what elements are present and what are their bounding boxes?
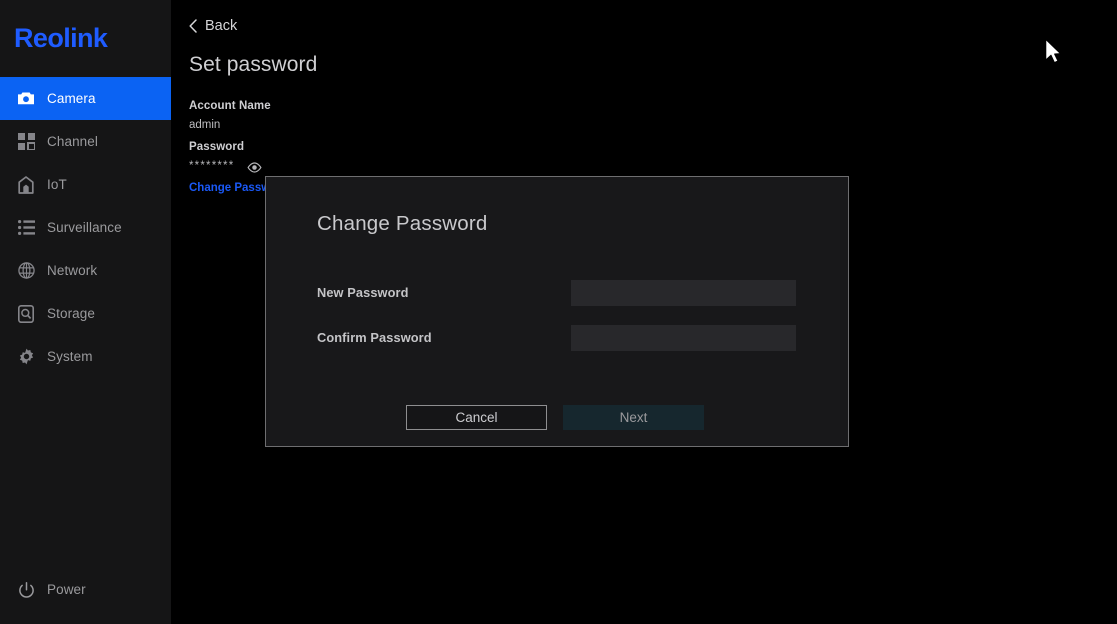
- account-name-label: Account Name: [189, 100, 271, 112]
- reolink-logo: Reolink: [14, 22, 154, 56]
- svg-text:Reolink: Reolink: [14, 23, 109, 53]
- new-password-input[interactable]: [571, 280, 796, 306]
- confirm-password-input[interactable]: [571, 325, 796, 351]
- sidebar: Reolink Camera Channel IoT Surveillance …: [0, 0, 171, 624]
- change-password-dialog: Change Password New Password Confirm Pas…: [265, 176, 849, 447]
- sidebar-item-camera[interactable]: Camera: [0, 77, 171, 120]
- sidebar-item-iot[interactable]: IoT: [0, 163, 171, 206]
- sidebar-item-label: System: [47, 348, 93, 364]
- password-value-row: ********: [189, 161, 289, 174]
- sidebar-item-label: Power: [47, 582, 86, 598]
- camera-icon: [16, 89, 36, 109]
- sidebar-item-network[interactable]: Network: [0, 249, 171, 292]
- cancel-button[interactable]: Cancel: [406, 405, 547, 430]
- password-label: Password: [189, 141, 245, 153]
- home-icon: [16, 175, 36, 195]
- sidebar-item-power[interactable]: Power: [0, 574, 171, 606]
- chevron-left-icon: [189, 19, 197, 33]
- new-password-label: New Password: [317, 284, 409, 300]
- gear-icon: [16, 347, 36, 367]
- sidebar-item-label: Storage: [47, 305, 95, 321]
- sidebar-item-storage[interactable]: Storage: [0, 292, 171, 335]
- confirm-password-row: Confirm Password: [317, 325, 799, 351]
- sidebar-item-label: Channel: [47, 133, 98, 149]
- sidebar-nav: Camera Channel IoT Surveillance Network …: [0, 77, 171, 378]
- sidebar-item-label: Network: [47, 262, 98, 278]
- sidebar-item-surveillance[interactable]: Surveillance: [0, 206, 171, 249]
- power-icon: [16, 580, 36, 600]
- eye-icon[interactable]: [247, 161, 262, 173]
- next-button[interactable]: Next: [563, 405, 704, 430]
- grid-icon: [16, 132, 36, 152]
- app-window: Reolink Camera Channel IoT Surveillance …: [0, 0, 1117, 624]
- storage-disk-icon: [16, 304, 36, 324]
- dialog-title: Change Password: [317, 212, 488, 235]
- sidebar-item-label: Surveillance: [47, 219, 122, 235]
- back-label: Back: [205, 18, 238, 34]
- back-button[interactable]: Back: [189, 19, 237, 34]
- sidebar-item-channel[interactable]: Channel: [0, 120, 171, 163]
- password-masked-value: ********: [189, 160, 235, 173]
- dialog-actions: Cancel Next: [406, 405, 704, 430]
- list-icon: [16, 218, 36, 238]
- sidebar-item-label: Camera: [47, 90, 96, 106]
- sidebar-item-label: IoT: [47, 176, 67, 192]
- confirm-password-label: Confirm Password: [317, 329, 432, 345]
- page-title: Set password: [189, 53, 318, 76]
- new-password-row: New Password: [317, 280, 799, 306]
- sidebar-item-system[interactable]: System: [0, 335, 171, 378]
- account-name-value: admin: [189, 118, 221, 131]
- globe-icon: [16, 261, 36, 281]
